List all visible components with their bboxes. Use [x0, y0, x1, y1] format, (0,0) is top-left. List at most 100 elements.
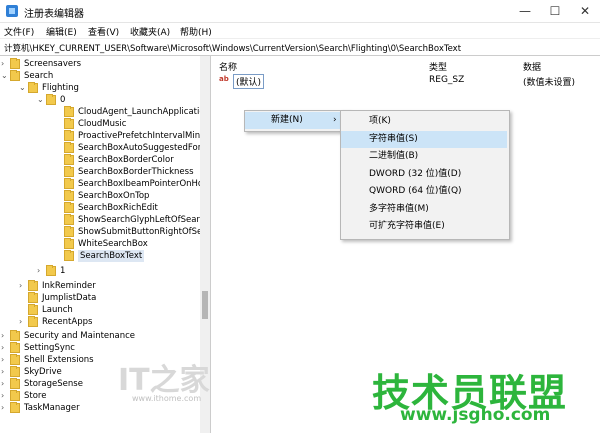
submenu-item[interactable]: 可扩充字符串值(E) — [341, 218, 507, 235]
folder-icon — [10, 366, 20, 377]
submenu-item[interactable]: 多字符串值(M) — [341, 201, 507, 218]
folder-icon — [64, 106, 74, 117]
folder-icon — [10, 342, 20, 353]
expand-toggle-icon[interactable]: › — [1, 378, 9, 390]
expand-toggle-icon[interactable]: › — [19, 316, 27, 328]
submenu-item-label: 可扩充字符串值(E) — [369, 221, 445, 231]
tree-item-label: WhiteSearchBox — [78, 239, 148, 249]
folder-icon — [10, 330, 20, 341]
submenu-item-label: 项(K) — [369, 116, 391, 126]
tree-item-label: ShowSubmitButtonRightOfSear — [78, 227, 211, 237]
expand-toggle-icon[interactable]: › — [1, 342, 9, 354]
address-bar[interactable]: 计算机\HKEY_CURRENT_USER\Software\Microsoft… — [0, 39, 600, 56]
tree-item-label: SearchBoxBorderColor — [78, 155, 174, 165]
expand-toggle-icon[interactable]: › — [1, 354, 9, 366]
folder-icon — [28, 280, 38, 291]
menu-bar: 文件(F) 编辑(E) 查看(V) 收藏夹(A) 帮助(H) — [0, 22, 600, 39]
expand-toggle-icon[interactable]: › — [19, 280, 27, 292]
address-path[interactable]: 计算机\HKEY_CURRENT_USER\Software\Microsoft… — [4, 42, 461, 54]
folder-icon — [64, 226, 74, 237]
title-bar: 注册表编辑器 — ☐ ✕ — [0, 0, 600, 23]
submenu-item[interactable]: 项(K) — [341, 113, 507, 130]
folder-icon — [64, 238, 74, 249]
tree-item-label: InkReminder — [42, 281, 96, 291]
value-row-default[interactable]: ab (默认) REG_SZ (数值未设置) — [219, 74, 599, 89]
folder-icon — [64, 154, 74, 165]
column-header-name[interactable]: 名称 — [219, 60, 237, 73]
tree-scrollbar-thumb[interactable] — [202, 291, 208, 319]
menu-edit[interactable]: 编辑(E) — [46, 25, 77, 38]
tree-item-label: StorageSense — [24, 379, 83, 389]
submenu-item[interactable]: DWORD (32 位)值(D) — [341, 166, 507, 183]
value-name: (默认) — [233, 74, 265, 89]
tree-item-label: SearchBoxBorderThickness — [78, 167, 194, 177]
ithome-logo: IT之家 — [118, 363, 210, 398]
submenu-arrow-icon: › — [333, 115, 337, 125]
folder-icon — [64, 118, 74, 129]
context-menu-new[interactable]: 新建(N) › — [245, 112, 347, 129]
tree-item-label: RecentApps — [42, 317, 93, 327]
folder-icon — [28, 304, 38, 315]
regedit-app-icon — [6, 5, 18, 17]
column-header-type[interactable]: 类型 — [429, 60, 447, 73]
folder-icon — [10, 402, 20, 413]
ithome-url: www.ithome.com — [132, 394, 202, 403]
value-type: REG_SZ — [429, 75, 465, 85]
menu-view[interactable]: 查看(V) — [88, 25, 119, 38]
value-data: (数值未设置) — [523, 78, 576, 88]
tree-item-label: TaskManager — [24, 403, 80, 413]
expand-toggle-icon[interactable]: › — [1, 58, 9, 70]
string-value-icon: ab — [219, 75, 229, 83]
folder-icon — [64, 178, 74, 189]
submenu-item[interactable]: 二进制值(B) — [341, 148, 507, 165]
folder-icon — [28, 82, 38, 93]
expand-toggle-icon[interactable]: › — [1, 366, 9, 378]
expand-toggle-icon[interactable]: ⌄ — [37, 94, 45, 106]
menu-help[interactable]: 帮助(H) — [180, 25, 212, 38]
tree-item-label: Security and Maintenance — [24, 331, 136, 341]
minimize-button[interactable]: — — [510, 0, 540, 22]
folder-icon — [10, 70, 20, 81]
expand-toggle-icon[interactable]: › — [1, 330, 9, 342]
submenu-item-label: DWORD (32 位)值(D) — [369, 168, 462, 179]
context-menu: 新建(N) › — [244, 110, 350, 132]
expand-toggle-icon[interactable]: ⌄ — [19, 82, 27, 94]
tree-item-label: SkyDrive — [24, 367, 62, 377]
tree-item-label: Screensavers — [24, 59, 82, 69]
folder-icon — [64, 202, 74, 213]
folder-icon — [64, 214, 74, 225]
new-submenu: 项(K) 字符串值(S) 二进制值(B) DWORD (32 位)值(D) QWORD … — [340, 110, 510, 240]
folder-icon — [64, 166, 74, 177]
expand-toggle-icon[interactable]: ⌄ — [1, 70, 9, 82]
tree-item-label: Search — [24, 71, 54, 81]
jsgho-url: www.jsgho.com — [400, 405, 551, 425]
tree-item-label: CloudMusic — [78, 119, 127, 129]
tree-item-label: CloudAgent_LaunchApplication — [78, 107, 210, 117]
tree-item-label: 1 — [60, 266, 66, 276]
folder-icon — [46, 94, 56, 105]
window-title: 注册表编辑器 — [24, 9, 84, 20]
submenu-item-label: 多字符串值(M) — [369, 203, 429, 214]
folder-icon — [64, 142, 74, 153]
folder-icon — [10, 354, 20, 365]
tree-item-label: ShowSearchGlyphLeftOfSearch — [78, 215, 210, 225]
menu-favorites[interactable]: 收藏夹(A) — [130, 25, 170, 38]
tree-item-label: Shell Extensions — [24, 355, 94, 365]
submenu-item[interactable]: 字符串值(S) — [341, 130, 507, 148]
column-header-data[interactable]: 数据 — [523, 60, 541, 73]
maximize-button[interactable]: ☐ — [540, 0, 570, 22]
tree-item-label: SearchBoxAutoSuggestedFore — [78, 143, 207, 153]
expand-toggle-icon[interactable]: › — [37, 265, 45, 277]
menu-file[interactable]: 文件(F) — [4, 25, 34, 38]
submenu-item-label: QWORD (64 位)值(Q) — [369, 186, 462, 196]
submenu-item-label: 字符串值(S) — [369, 133, 418, 144]
tree-item-label: SearchBoxOnTop — [78, 191, 150, 201]
folder-icon — [28, 316, 38, 327]
expand-toggle-icon[interactable]: › — [1, 402, 9, 414]
close-button[interactable]: ✕ — [570, 0, 600, 22]
folder-icon — [28, 292, 38, 303]
expand-toggle-icon[interactable]: › — [1, 390, 9, 402]
tree-item-label: SettingSync — [24, 343, 75, 353]
submenu-item[interactable]: QWORD (64 位)值(Q) — [341, 183, 507, 200]
tree-item-label: SearchBoxIbeamPointerOnHov — [78, 179, 209, 189]
